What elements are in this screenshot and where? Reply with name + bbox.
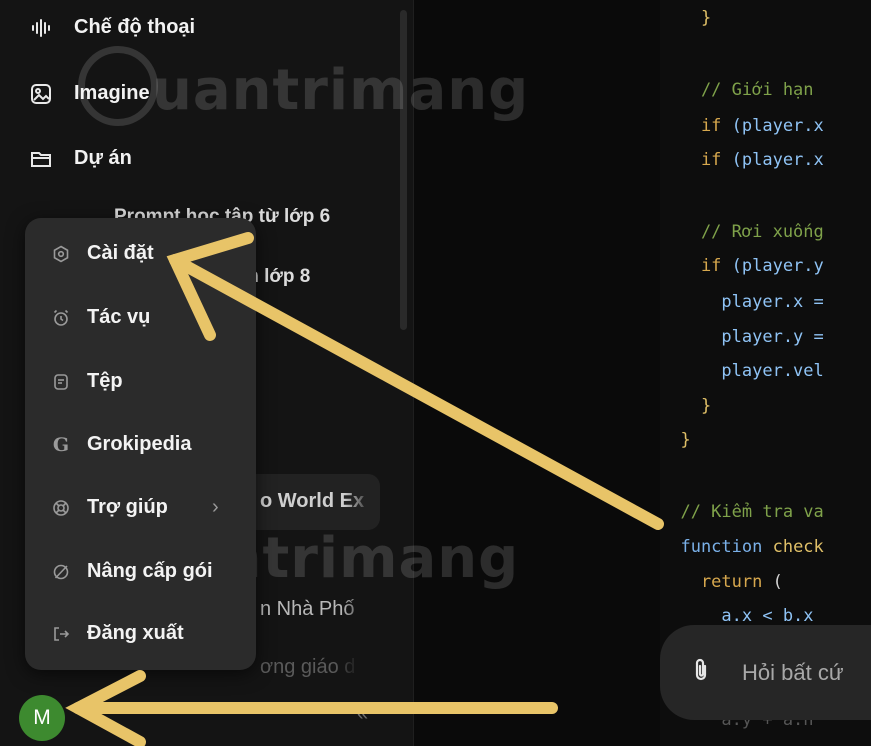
double-chevron-left-icon[interactable]: «	[357, 703, 368, 726]
logout-icon	[51, 624, 71, 644]
project-item[interactable]: Văn lớp 8	[224, 266, 524, 288]
menu-item-upgrade[interactable]: Nâng cấp gói	[51, 560, 213, 583]
code-line: return (	[660, 572, 783, 592]
menu-item-label: Nâng cấp gói	[87, 560, 213, 582]
voice-waveform-icon	[32, 18, 50, 37]
code-line: if (player.x	[660, 150, 824, 170]
code-line: a.x < b.x	[660, 606, 814, 626]
menu-item-label: Tệp	[87, 370, 123, 392]
code-line: // Kiểm tra va	[660, 502, 824, 522]
menu-item-settings[interactable]: Cài đặt	[51, 242, 154, 265]
menu-item-help[interactable]: Trợ giúp	[51, 496, 168, 519]
file-icon	[51, 372, 71, 392]
code-line: }	[660, 8, 712, 28]
g-letter-icon: G	[52, 433, 70, 456]
settings-hexagon-icon	[51, 244, 71, 264]
menu-item-label: Trợ giúp	[87, 496, 168, 518]
image-icon	[31, 83, 51, 104]
paperclip-icon[interactable]	[690, 657, 712, 683]
user-avatar[interactable]: M	[19, 695, 65, 741]
code-line: player.vel	[660, 361, 824, 381]
code-line: player.x =	[660, 292, 824, 312]
upgrade-icon	[51, 562, 71, 582]
menu-item-files[interactable]: Tệp	[51, 370, 123, 393]
sidebar-item-projects[interactable]: Dự án	[30, 147, 132, 170]
sidebar-item-label: Chế độ thoại	[74, 16, 196, 38]
menu-item-grokipedia[interactable]: G Grokipedia	[51, 433, 192, 456]
sidebar-divider	[413, 0, 414, 746]
menu-item-label: Grokipedia	[87, 433, 192, 455]
alarm-clock-icon	[51, 308, 71, 328]
chat-item-label[interactable]: o World Ex	[260, 490, 372, 513]
code-line: function check	[660, 537, 824, 557]
chat-input-placeholder: Hỏi bất cứ	[742, 660, 844, 685]
watermark-logo	[78, 46, 158, 126]
menu-item-tasks[interactable]: Tác vụ	[51, 306, 150, 329]
menu-item-label: Tác vụ	[87, 306, 151, 328]
chevron-right-icon: ›	[212, 496, 219, 518]
menu-item-logout[interactable]: Đăng xuất	[51, 622, 184, 645]
code-line: if (player.y	[660, 256, 824, 276]
code-line: if (player.x	[660, 116, 824, 136]
menu-item-label: Cài đặt	[87, 242, 154, 264]
sidebar-item-label: Dự án	[74, 147, 132, 169]
account-menu: Cài đặt Tác vụ Tệp G Grokipedia Trợ giúp…	[25, 218, 256, 670]
chat-item-label[interactable]: ơng giáo d	[260, 656, 360, 679]
help-lifebuoy-icon	[51, 498, 71, 518]
code-line: player.y =	[660, 327, 824, 347]
chat-item-label[interactable]: n Nhà Phố	[260, 598, 370, 621]
code-line: // Giới hạn	[660, 80, 814, 100]
menu-item-label: Đăng xuất	[87, 622, 184, 644]
folder-icon	[31, 151, 51, 167]
sidebar-item-voice-mode[interactable]: Chế độ thoại	[30, 16, 195, 39]
code-line: }	[660, 396, 712, 416]
code-line: // Rơi xuống	[660, 222, 824, 242]
code-line: }	[660, 430, 691, 450]
